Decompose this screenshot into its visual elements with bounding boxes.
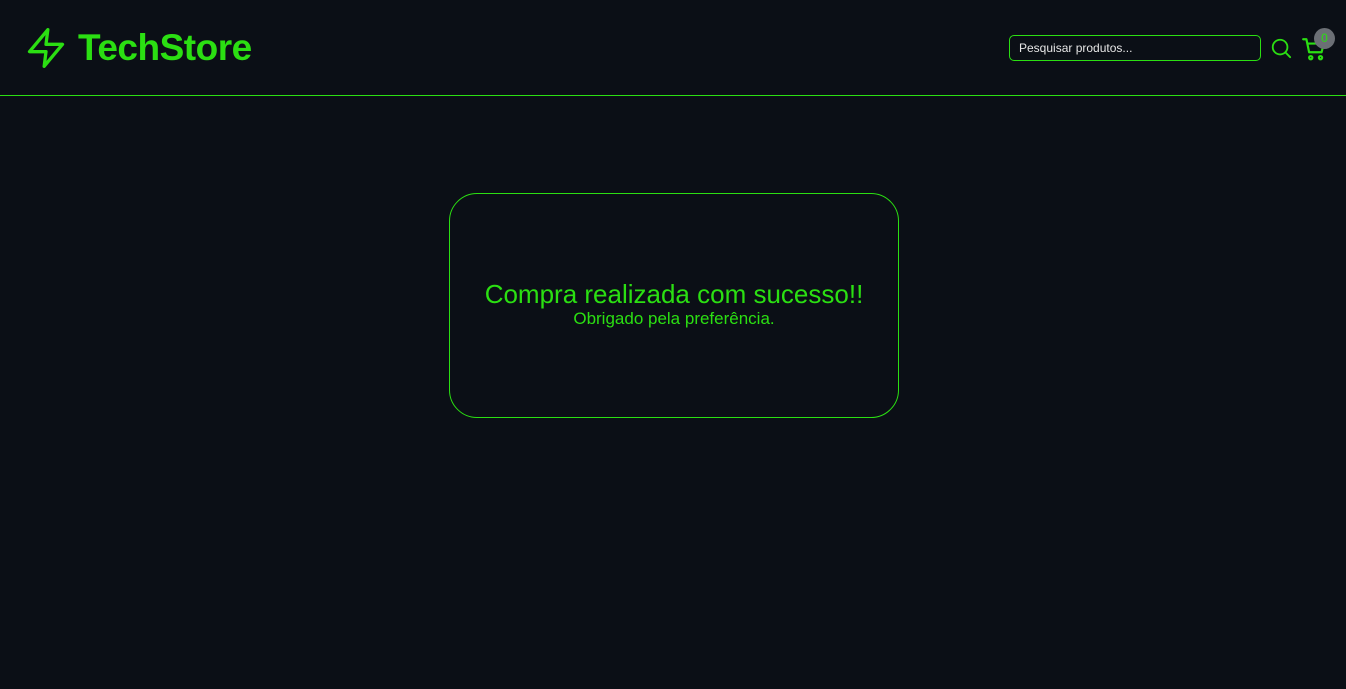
- lightning-bolt-icon: [27, 28, 65, 68]
- brand-name: TechStore: [78, 27, 252, 68]
- search-input[interactable]: [1009, 35, 1261, 61]
- site-header: TechStore 0: [0, 0, 1346, 96]
- search-icon[interactable]: [1270, 37, 1292, 59]
- cart-count-badge: 0: [1314, 28, 1335, 49]
- brand-logo[interactable]: TechStore: [24, 26, 252, 70]
- success-title: Compra realizada com sucesso!!: [484, 278, 864, 309]
- success-card: Compra realizada com sucesso!! Obrigado …: [449, 193, 899, 418]
- success-subtitle: Obrigado pela preferência.: [573, 308, 775, 328]
